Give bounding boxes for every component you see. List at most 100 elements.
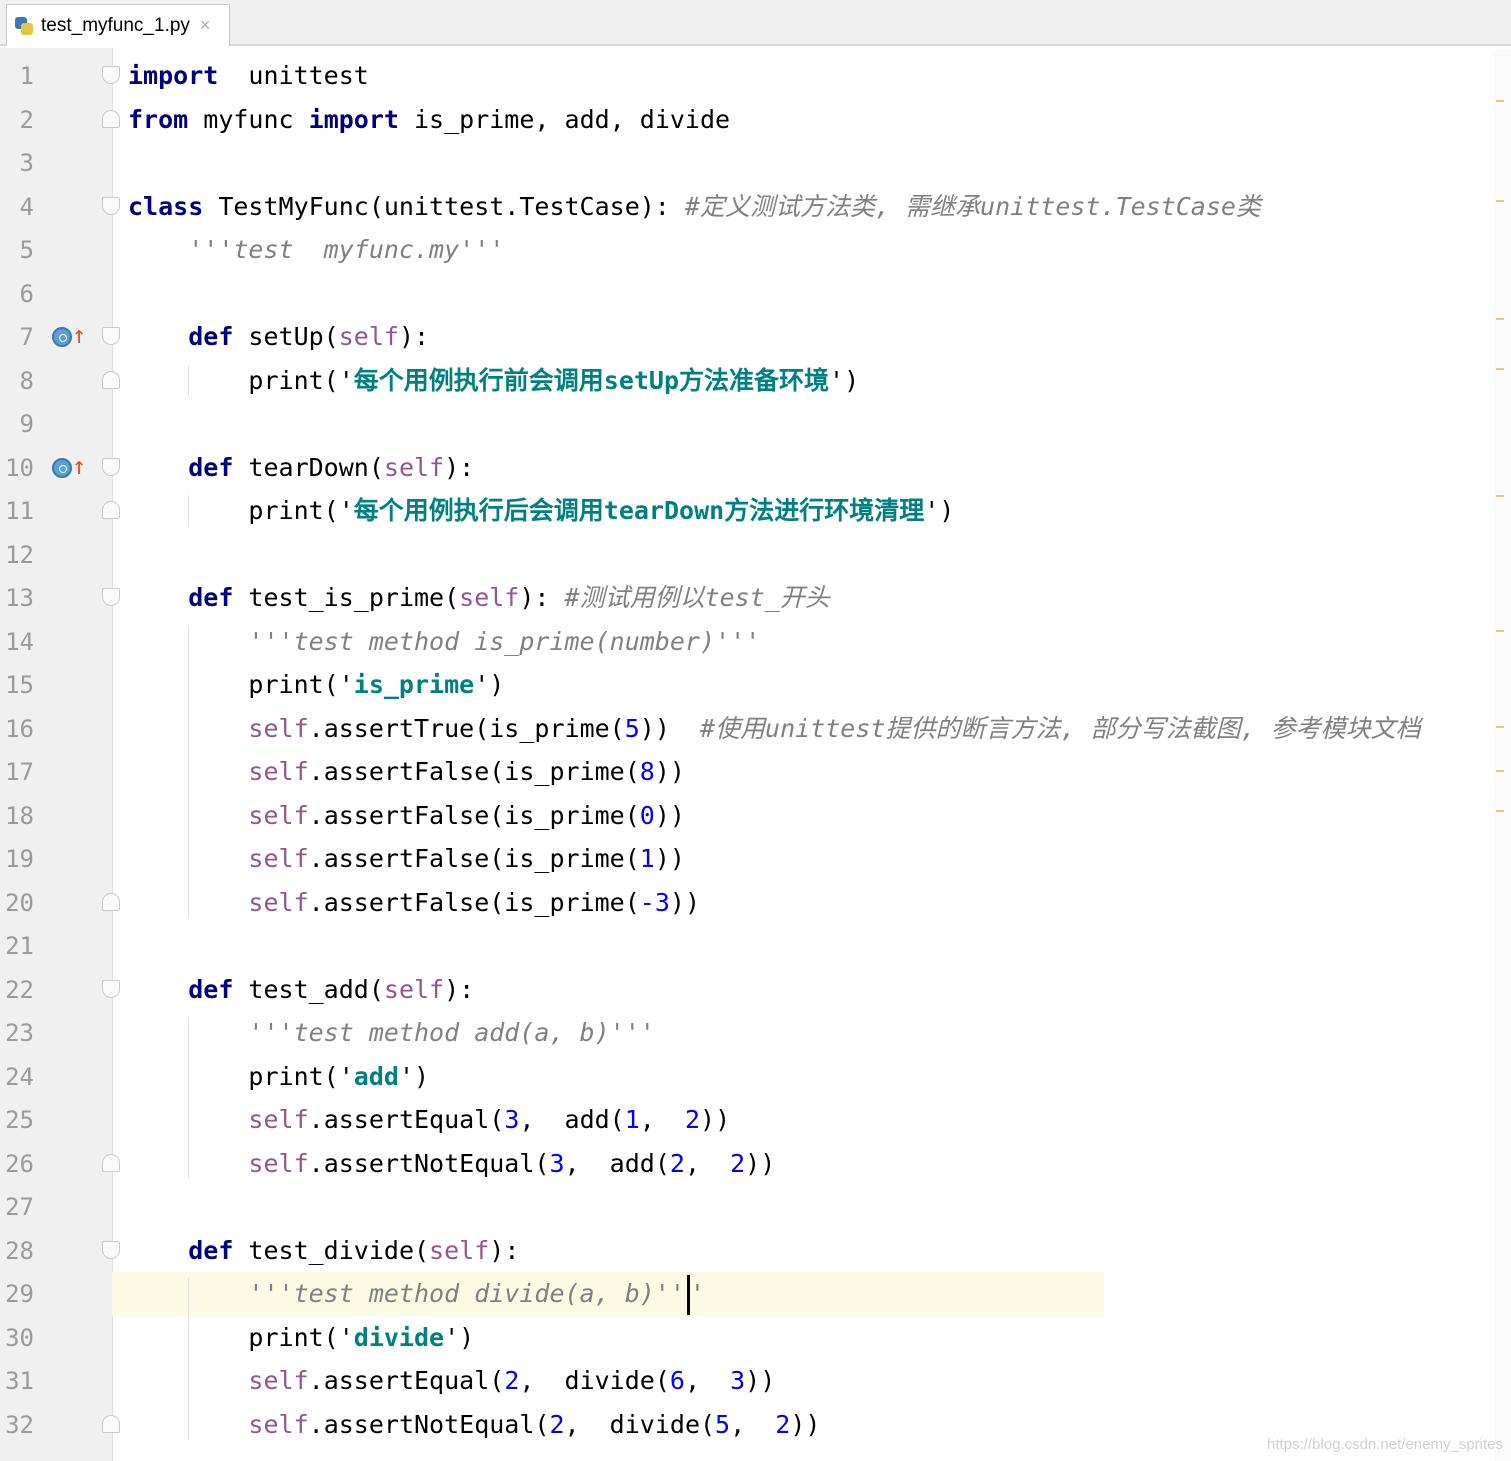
- code-token: self: [248, 1105, 309, 1134]
- fold-marker-icon[interactable]: [102, 1414, 120, 1433]
- code-line[interactable]: 21: [0, 924, 1490, 968]
- code-text: from myfunc import is_prime, add, divide: [128, 98, 730, 142]
- fold-marker-icon[interactable]: [102, 1153, 120, 1172]
- code-token: self: [429, 1235, 490, 1265]
- code-text: self.assertFalse(is_prime(8)): [128, 750, 685, 794]
- line-number: 8: [19, 366, 34, 395]
- code-line[interactable]: 30 print('divide'): [0, 1316, 1490, 1360]
- code-token: )): [745, 1148, 776, 1178]
- code-token: self: [248, 800, 309, 830]
- code-token: test_divide(: [233, 1235, 430, 1265]
- editor-scrollbar[interactable]: [1494, 50, 1511, 1461]
- line-number: 25: [5, 1106, 34, 1134]
- code-text: def test_divide(self):: [128, 1229, 519, 1273]
- code-token: )): [654, 844, 685, 873]
- fold-marker-icon[interactable]: [102, 370, 120, 389]
- code-token: print(': [128, 1322, 354, 1352]
- code-line[interactable]: 31 self.assertEqual(2, divide(6, 3)): [0, 1359, 1490, 1403]
- code-line[interactable]: 7 ↑ def setUp(self):: [0, 315, 1490, 359]
- override-method-icon[interactable]: ↑: [52, 321, 88, 353]
- code-line[interactable]: 19 self.assertFalse(is_prime(1)): [0, 837, 1490, 881]
- fold-marker-icon[interactable]: [102, 979, 120, 998]
- line-number: 27: [5, 1193, 34, 1221]
- code-token: ,: [639, 1105, 685, 1134]
- line-number: 31: [5, 1367, 34, 1395]
- override-method-icon[interactable]: ↑: [52, 452, 88, 484]
- line-number: 32: [5, 1410, 34, 1439]
- code-line[interactable]: 15 print('is_prime'): [0, 663, 1490, 707]
- code-line[interactable]: 4 class TestMyFunc(unittest.TestCase): #定…: [0, 185, 1490, 229]
- code-line[interactable]: 12: [0, 533, 1490, 577]
- code-text: '''test method is_prime(number)''': [128, 620, 760, 664]
- code-token: ):: [519, 583, 565, 612]
- code-text: self.assertFalse(is_prime(1)): [128, 837, 685, 881]
- code-line[interactable]: 18 self.assertFalse(is_prime(0)): [0, 794, 1490, 838]
- code-line[interactable]: 3: [0, 141, 1490, 185]
- code-line[interactable]: 28 def test_divide(self):: [0, 1229, 1490, 1273]
- code-token: ):: [398, 322, 430, 351]
- fold-marker-icon[interactable]: [102, 1240, 120, 1259]
- code-text: def setUp(self):: [128, 315, 429, 359]
- fold-marker-icon[interactable]: [102, 457, 120, 476]
- watermark: https://blog.csdn.net/enemy_sprites: [1267, 1436, 1503, 1453]
- code-line[interactable]: 16 self.assertTrue(is_prime(5)) #使用unitt…: [0, 707, 1490, 751]
- code-token: .assertFalse(is_prime(: [308, 757, 640, 786]
- code-token: 0: [639, 800, 655, 830]
- close-icon[interactable]: ×: [200, 15, 211, 36]
- code-text: self.assertFalse(is_prime(-3)): [128, 881, 700, 925]
- code-token: , add(: [519, 1105, 625, 1134]
- code-line[interactable]: 8 print('每个用例执行前会调用setUp方法准备环境'): [0, 359, 1490, 403]
- code-token: 2: [684, 1105, 701, 1134]
- code-line[interactable]: 5 '''test myfunc.my''': [0, 228, 1490, 272]
- code-token: self: [248, 1148, 309, 1178]
- code-editor[interactable]: 1 import unittest 2 from myfunc import is_p…: [0, 54, 1490, 1446]
- code-token: tearDown(: [233, 452, 384, 482]
- code-line[interactable]: 17 self.assertFalse(is_prime(8)): [0, 750, 1490, 794]
- code-line[interactable]: 22 def test_add(self):: [0, 968, 1490, 1012]
- code-token: 2: [730, 1148, 746, 1178]
- code-token: self: [459, 583, 520, 612]
- code-line[interactable]: 9: [0, 402, 1490, 446]
- code-line[interactable]: 6: [0, 272, 1490, 316]
- code-line[interactable]: 10 ↑ def tearDown(self):: [0, 446, 1490, 490]
- code-text: self.assertNotEqual(2, divide(5, 2)): [128, 1403, 820, 1447]
- file-tab[interactable]: test_myfunc_1.py ×: [6, 4, 230, 46]
- code-text: print('is_prime'): [128, 663, 504, 707]
- code-line[interactable]: 25 self.assertEqual(3, add(1, 2)): [0, 1098, 1490, 1142]
- code-line[interactable]: 26 self.assertNotEqual(3, add(2, 2)): [0, 1142, 1490, 1186]
- fold-marker-icon[interactable]: [102, 66, 120, 84]
- fold-marker-icon[interactable]: [102, 892, 120, 911]
- code-token: self: [248, 1409, 309, 1439]
- code-text: self.assertTrue(is_prime(5)) #使用unittest…: [128, 707, 1420, 751]
- code-line[interactable]: 27: [0, 1185, 1490, 1229]
- code-token: print(': [128, 365, 354, 395]
- indent-guide: [188, 364, 189, 396]
- code-token: '): [398, 1061, 430, 1091]
- fold-marker-icon[interactable]: [102, 196, 120, 215]
- code-token: is_prime, add, divide: [398, 104, 731, 134]
- code-line[interactable]: 23 '''test method add(a, b)''': [0, 1011, 1490, 1055]
- fold-marker-icon[interactable]: [102, 588, 120, 606]
- code-line[interactable]: 29 '''test method divide(a, b)'' ': [0, 1272, 1490, 1316]
- line-number: 26: [5, 1149, 34, 1178]
- code-token: myfunc: [188, 104, 309, 134]
- line-number: 18: [5, 801, 34, 830]
- line-number: 10: [5, 453, 34, 482]
- code-token: 5: [624, 713, 640, 743]
- code-line[interactable]: 11 print('每个用例执行后会调用tearDown方法进行环境清理'): [0, 489, 1490, 533]
- code-line[interactable]: 2 from myfunc import is_prime, add, divid…: [0, 98, 1490, 142]
- code-line[interactable]: 14 '''test method is_prime(number)''': [0, 620, 1490, 664]
- file-tab-label: test_myfunc_1.py: [41, 14, 190, 36]
- fold-marker-icon[interactable]: [102, 501, 120, 519]
- line-number: 29: [5, 1280, 34, 1308]
- code-line[interactable]: 1 import unittest: [0, 54, 1490, 98]
- fold-marker-icon[interactable]: [102, 109, 120, 128]
- code-line[interactable]: 24 print('add'): [0, 1055, 1490, 1099]
- code-line[interactable]: 13 def test_is_prime(self): #测试用例以test_开…: [0, 576, 1490, 620]
- code-line[interactable]: 20 self.assertFalse(is_prime(-3)): [0, 881, 1490, 925]
- code-token: test_add(: [233, 974, 384, 1004]
- fold-marker-icon[interactable]: [102, 327, 120, 345]
